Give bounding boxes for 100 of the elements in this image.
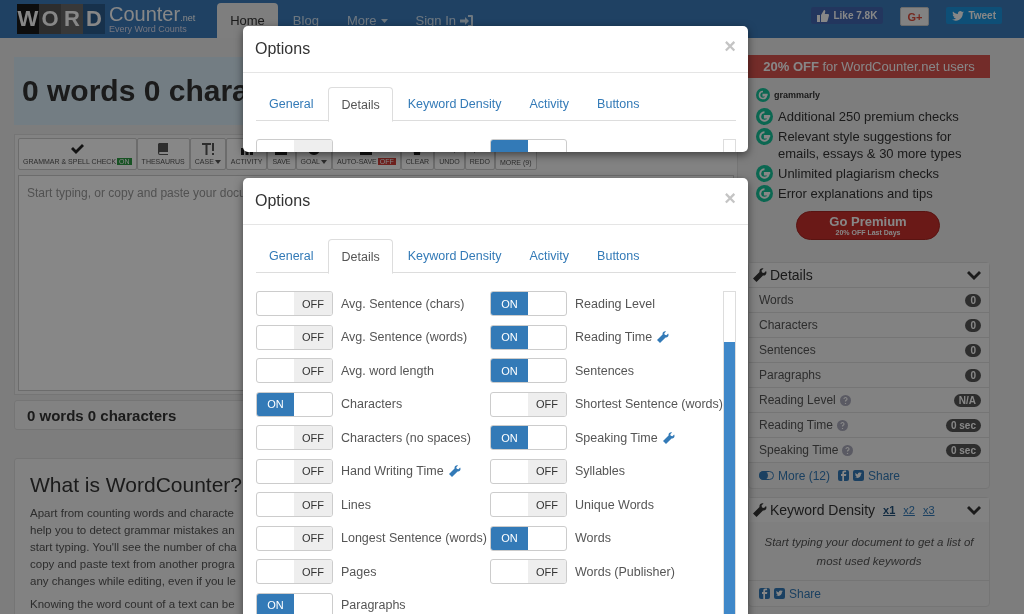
toggle-switch[interactable]: OFF (490, 559, 567, 584)
wrench-icon (753, 503, 767, 517)
dialog-title: Options (255, 40, 311, 58)
option-label: Characters (341, 397, 403, 411)
nav-tab[interactable]: More (333, 3, 401, 38)
toggle-switch[interactable]: ON (490, 324, 567, 350)
stat-label: Words (759, 293, 794, 307)
option-label: Reading Time (575, 330, 653, 344)
panel-title: Details (770, 267, 813, 283)
stat-label: Paragraphs (759, 368, 822, 382)
option-label: Speaking Time (575, 430, 658, 445)
help-icon[interactable] (839, 394, 851, 406)
wrench-icon[interactable] (662, 431, 675, 444)
ngram-link[interactable]: x2 (903, 504, 915, 516)
help-icon[interactable] (837, 419, 849, 431)
option-label: Sentences (575, 363, 635, 378)
word-count-summary: 0 words 0 characters (27, 406, 177, 424)
dialog-tab[interactable]: General (256, 239, 327, 272)
logo-letter: O (39, 4, 61, 34)
more-link[interactable]: More (12) (778, 468, 830, 483)
stat-value: 0 sec (945, 418, 981, 432)
toggle-switch[interactable]: OFF (256, 525, 333, 551)
logo-letter: W (17, 4, 39, 34)
dialog-tab[interactable]: Details (328, 87, 393, 122)
stat-label: Reading Time (759, 418, 834, 432)
help-icon[interactable] (842, 444, 854, 456)
option-label: Unique Words (575, 497, 654, 512)
dialog-tab[interactable]: Details (328, 239, 393, 274)
stat-value: 0 (965, 293, 981, 307)
chevron-down-icon[interactable] (967, 505, 981, 515)
option-label: Words (575, 531, 611, 545)
dialog-tab[interactable]: General (256, 87, 327, 120)
dialog-tab[interactable]: Buttons (584, 87, 653, 120)
toggle-switch[interactable]: ON (256, 391, 333, 417)
google-plus-button[interactable]: G+ (900, 7, 930, 26)
stat-label: Characters (759, 318, 818, 332)
caret-icon (380, 18, 388, 23)
toggle-switch[interactable]: OFF (256, 492, 333, 517)
toggle-switch[interactable]: OFF (256, 358, 333, 383)
toggle-switch[interactable]: OFF (256, 324, 333, 350)
brand-bullet-icon (756, 185, 773, 202)
option-label: Longest Sentence (words) (341, 531, 487, 545)
panel-title: Keyword Density (770, 502, 876, 518)
facebook-icon[interactable] (838, 470, 849, 481)
thumbs-up-icon (817, 9, 830, 22)
twitter-icon[interactable] (853, 470, 864, 481)
option-label: Hand Writing Time (341, 464, 444, 478)
option-label: Lines (341, 497, 371, 512)
dialog-title: Options (255, 192, 311, 210)
toggle-switch[interactable]: OFF (256, 559, 333, 584)
tweet-button[interactable]: Tweet (946, 7, 1002, 24)
dialog-tab[interactable]: Keyword Density (394, 239, 515, 272)
toggle-switch[interactable]: ON (490, 358, 567, 383)
logo-text: Counter (109, 4, 181, 24)
dialog-tab[interactable]: Activity (516, 239, 583, 272)
toggle-icon (759, 471, 774, 480)
option-label: Pages (341, 564, 377, 579)
ngram-link[interactable]: x1 (883, 504, 896, 516)
toggle-switch[interactable]: OFF (256, 458, 333, 484)
toggle-switch[interactable]: OFF (256, 425, 333, 450)
feature-text: Relevant style suggestions for emails, essays & 30 more types (778, 128, 963, 162)
scrollbar[interactable] (723, 291, 736, 614)
facebook-icon[interactable] (759, 588, 770, 599)
share-link[interactable]: Share (789, 586, 822, 601)
logo-letter: R (61, 4, 83, 34)
option-label: Words (Publisher) (575, 564, 675, 579)
stat-value: 0 (965, 318, 981, 332)
share-link[interactable]: Share (868, 468, 901, 483)
article-paragraph: Knowing the word count of a text can be (30, 598, 235, 610)
option-label: Avg. Sentence (chars) (341, 296, 465, 311)
check-icon (70, 143, 85, 155)
option-label: Shortest Sentence (words) (575, 397, 723, 411)
toggle-switch[interactable]: ON (256, 592, 333, 614)
toggle-switch[interactable]: OFF (490, 391, 567, 417)
chevron-down-icon[interactable] (967, 270, 981, 280)
dialog-tab[interactable]: Keyword Density (394, 87, 515, 120)
toggle-switch[interactable]: OFF (490, 492, 567, 517)
feature-text: Unlimited plagiarism checks (778, 165, 941, 182)
toggle-switch[interactable]: OFF (490, 458, 567, 484)
stat-value: N/A (953, 393, 981, 407)
toggle-switch[interactable]: OFF (256, 291, 333, 316)
wrench-icon[interactable] (448, 465, 461, 477)
twitter-icon[interactable] (774, 588, 785, 599)
option-label: Reading Level (575, 296, 655, 311)
bird-icon (952, 10, 965, 21)
dialog-tab[interactable]: Buttons (584, 239, 653, 272)
text-case-icon (200, 143, 215, 155)
option-label: Avg. word length (341, 363, 434, 378)
article-title: What is WordCounter? (30, 473, 243, 497)
option-label: Characters (no spaces) (341, 430, 471, 445)
like-button[interactable]: Like 7.8K (811, 7, 884, 24)
book-icon (156, 143, 171, 155)
toggle-switch[interactable]: ON (490, 425, 567, 450)
ngram-link[interactable]: x3 (922, 504, 935, 516)
toggle-switch[interactable]: ON (490, 525, 567, 551)
wrench-icon[interactable] (657, 331, 670, 343)
stat-value: 0 sec (945, 443, 981, 457)
toggle-switch[interactable]: ON (490, 291, 567, 316)
discount-text: 20% OFF for WordCounter.net users (763, 59, 975, 74)
dialog-tab[interactable]: Activity (516, 87, 583, 120)
